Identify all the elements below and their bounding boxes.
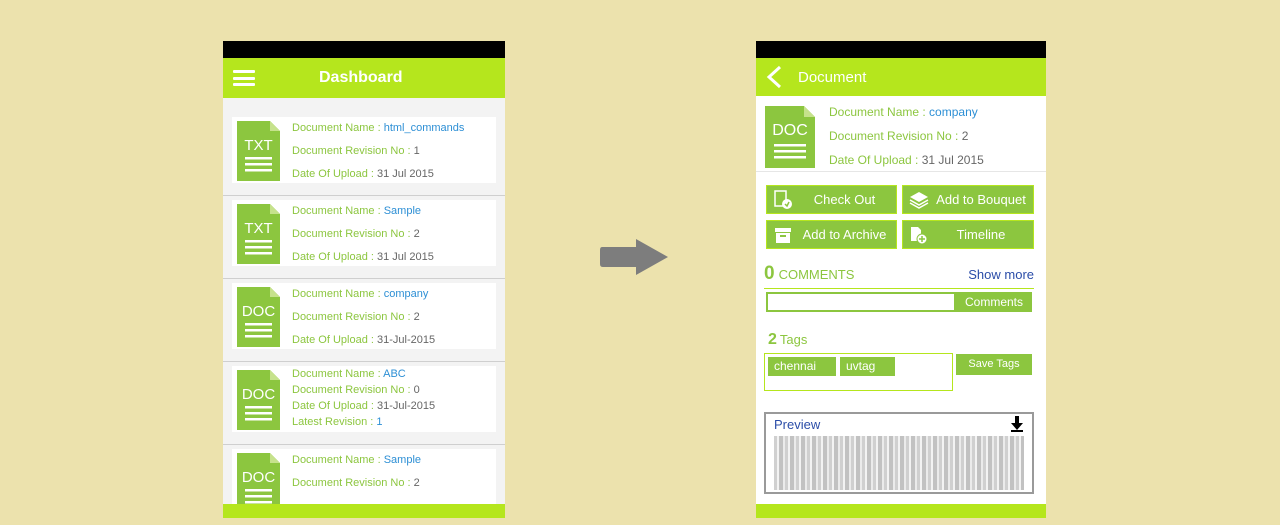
list-item: DOC Document Name : company Document Rev… <box>223 279 505 362</box>
add-to-bouquet-button[interactable]: Add to Bouquet <box>902 185 1034 214</box>
comment-input[interactable] <box>766 292 956 312</box>
dashboard-screen: Dashboard TXT Document Name : html_comma… <box>223 41 505 518</box>
document-list: TXT Document Name : html_commands Docume… <box>223 98 505 518</box>
document-card[interactable]: TXT Document Name : html_commands Docume… <box>232 117 496 183</box>
document-preview: Preview <box>764 412 1034 494</box>
back-arrow-icon[interactable] <box>764 65 784 89</box>
comments-header: 0 COMMENTS Show more <box>764 263 1034 289</box>
txt-file-icon: TXT <box>237 121 280 181</box>
preview-label: Preview <box>774 417 821 432</box>
show-more-link[interactable]: Show more <box>968 267 1034 282</box>
document-card[interactable]: DOC Document Name : company Document Rev… <box>232 283 496 349</box>
document-name-line: Document Name : Sample <box>292 454 422 466</box>
list-item: TXT Document Name : Sample Document Revi… <box>223 196 505 279</box>
upload-date-line: Date Of Upload : 31-Jul-2015 <box>292 334 436 346</box>
document-details: DOC Document Name : company Document Rev… <box>756 96 1046 172</box>
comments-count: 0 <box>764 263 775 284</box>
document-name-line: Document Name : company <box>829 105 978 119</box>
tag-chip[interactable]: uvtag <box>840 357 895 376</box>
download-icon[interactable] <box>1010 416 1024 432</box>
upload-date-line: Date Of Upload : 31 Jul 2015 <box>292 168 434 180</box>
tags-input[interactable]: chennai uvtag <box>764 353 953 391</box>
page-title: Dashboard <box>319 69 403 86</box>
add-to-archive-button[interactable]: Add to Archive <box>766 220 897 249</box>
archive-icon <box>775 227 791 243</box>
check-out-icon <box>774 189 792 209</box>
latest-revision-line: Latest Revision : 1 <box>292 416 383 428</box>
preview-thumbnail[interactable] <box>774 436 1024 490</box>
list-item: DOC Document Name : ABC Document Revisio… <box>223 362 505 445</box>
page-title: Document <box>798 68 867 86</box>
doc-file-icon: DOC <box>237 370 280 430</box>
arrow-right-icon <box>600 239 668 275</box>
bottom-bar <box>223 504 505 518</box>
comments-label: COMMENTS <box>778 267 855 282</box>
dashboard-app-bar: Dashboard <box>223 58 505 98</box>
upload-date-line: Date Of Upload : 31-Jul-2015 <box>292 400 436 412</box>
document-revision-line: Document Revision No : 1 <box>292 145 420 157</box>
doc-file-icon: DOC <box>237 287 280 347</box>
tags-header: 2 Tags <box>768 331 807 349</box>
document-revision-line: Document Revision No : 2 <box>292 228 420 240</box>
document-name-line: Document Name : Sample <box>292 205 422 217</box>
tag-chip[interactable]: chennai <box>768 357 836 376</box>
document-name-line: Document Name : company <box>292 288 429 300</box>
check-out-button[interactable]: Check Out <box>766 185 897 214</box>
upload-date-line: Date Of Upload : 31 Jul 2015 <box>292 251 434 263</box>
document-card[interactable]: TXT Document Name : Sample Document Revi… <box>232 200 496 266</box>
status-bar <box>223 41 505 58</box>
bottom-bar <box>756 504 1046 518</box>
document-app-bar: Document <box>756 58 1046 96</box>
document-screen: Document DOC Document Name : company Doc… <box>756 41 1046 518</box>
status-bar <box>756 41 1046 58</box>
save-tags-button[interactable]: Save Tags <box>956 354 1032 375</box>
upload-date-line: Date Of Upload : 31 Jul 2015 <box>829 153 984 167</box>
document-revision-line: Document Revision No : 0 <box>292 384 420 396</box>
tags-count: 2 <box>768 331 777 348</box>
document-revision-line: Document Revision No : 2 <box>292 311 420 323</box>
list-item: TXT Document Name : html_commands Docume… <box>223 113 505 196</box>
layers-icon <box>909 191 929 209</box>
timeline-button[interactable]: Timeline <box>902 220 1034 249</box>
txt-file-icon: TXT <box>237 204 280 264</box>
comments-button[interactable]: Comments <box>956 292 1032 312</box>
document-revision-line: Document Revision No : 2 <box>292 477 420 489</box>
document-card[interactable]: DOC Document Name : ABC Document Revisio… <box>232 366 496 432</box>
document-name-line: Document Name : html_commands <box>292 122 465 134</box>
tags-label: Tags <box>779 332 808 347</box>
menu-icon[interactable] <box>233 70 255 86</box>
doc-file-icon: DOC <box>765 106 815 168</box>
document-name-line: Document Name : ABC <box>292 368 406 380</box>
document-revision-line: Document Revision No : 2 <box>829 129 969 143</box>
timeline-icon <box>911 226 928 244</box>
